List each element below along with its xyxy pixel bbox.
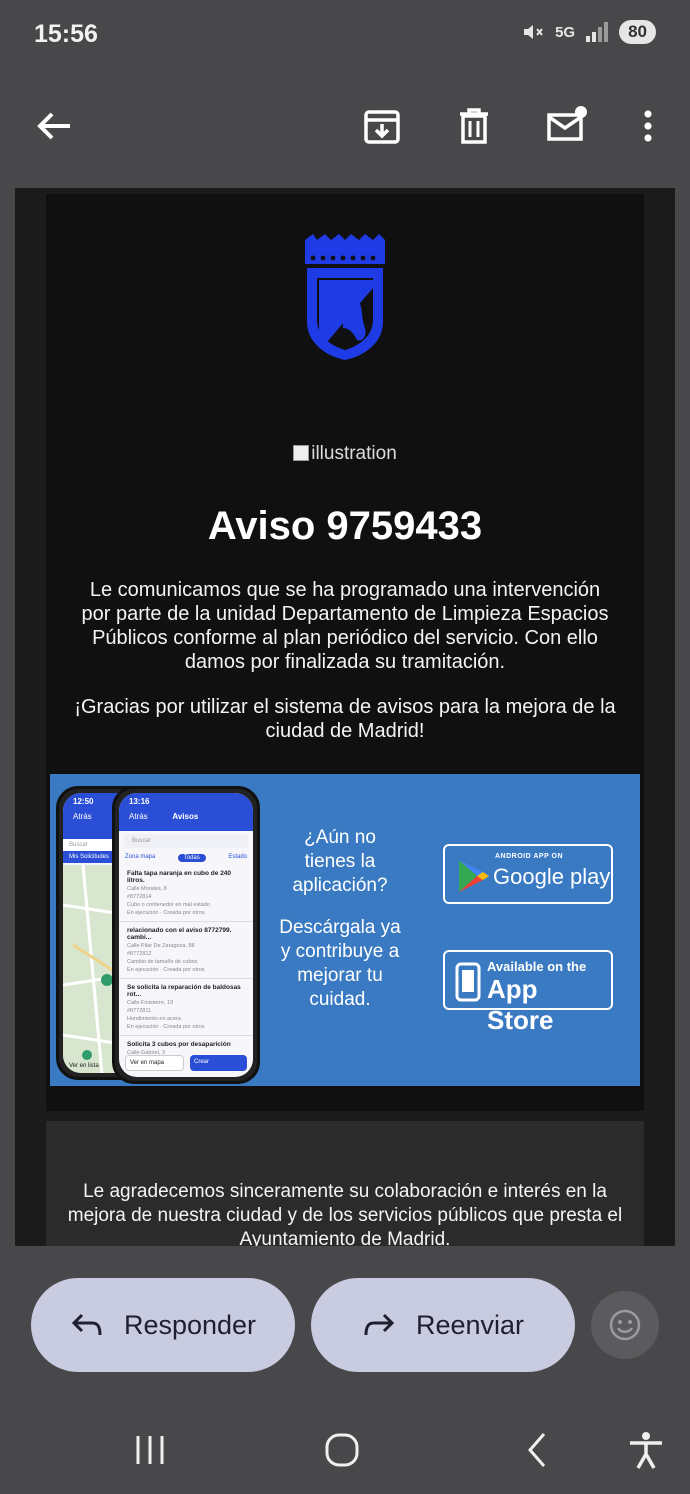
thanks-paragraph: Le agradecemos sinceramente su colaborac…: [67, 1181, 623, 1246]
home-icon[interactable]: [322, 1430, 362, 1470]
email-heading: Aviso 9759433: [207, 504, 483, 548]
filter-estado: Estado: [228, 854, 247, 860]
item-status: En ejecución: [127, 910, 159, 916]
recent-apps-icon[interactable]: [130, 1430, 170, 1470]
email-paragraph-2: ¡Gracias por utilizar el sistema de avis…: [74, 696, 616, 742]
iphone-icon: [455, 962, 481, 1002]
broken-image-icon: [293, 445, 310, 461]
google-play-icon: [459, 860, 489, 892]
phone-front-actions: Ver en mapa Crear: [125, 1055, 247, 1071]
app-store-big-text: App Store: [487, 974, 554, 1035]
signal-icon: [586, 22, 609, 42]
phone-create-button: Crear: [190, 1055, 247, 1071]
reply-icon: [71, 1313, 102, 1336]
emoji-reaction-button[interactable]: [591, 1291, 659, 1359]
phone-front-search: Buscar: [124, 834, 248, 848]
archive-icon[interactable]: [358, 102, 406, 150]
item-title: Se solicita la reparación de baldosas ro…: [127, 984, 241, 998]
trash-icon[interactable]: [450, 102, 498, 150]
reply-label: Responder: [123, 1309, 257, 1340]
email-toolbar: [0, 72, 690, 188]
phone-front-title: Avisos: [172, 812, 199, 821]
madrid-coat-of-arms-icon: [305, 234, 385, 360]
more-vert-icon[interactable]: [624, 102, 672, 150]
phone-front-header: 13:16 Atrás Avisos: [119, 793, 253, 831]
reply-button[interactable]: Responder: [31, 1278, 295, 1372]
illustration-image: illustration: [15, 443, 675, 465]
phone-back-footer: Ver en lista: [69, 1063, 99, 1069]
forward-label: Reenviar: [415, 1309, 525, 1340]
accessibility-icon[interactable]: [626, 1430, 666, 1470]
forward-icon: [364, 1313, 395, 1336]
phone-front-filters: Zona mapa Todas Estado: [119, 851, 253, 865]
item-id: #8772811: [127, 1008, 152, 1014]
email-paragraph-1: Le comunicamos que se ha programado una …: [81, 579, 609, 673]
phone-front-screen: 13:16 Atrás Avisos Buscar Zona mapa Toda…: [119, 793, 253, 1077]
item-address: Calle Pilar De Zaragoza, 88: [127, 943, 195, 949]
google-play-small-text: ANDROID APP ON: [495, 853, 564, 860]
item-title: Solicita 3 cubos por desaparición: [127, 1041, 231, 1048]
banner-question: ¿Aún no tienes la aplicación?: [292, 827, 388, 896]
app-store-button[interactable]: Available on the App Store: [443, 950, 613, 1035]
arrow-left-icon[interactable]: [30, 102, 78, 150]
status-bar: 15:56 5G 80: [0, 0, 690, 72]
phone-map-button: Ver en mapa: [125, 1055, 184, 1071]
filter-zona: Zona mapa: [125, 854, 156, 860]
phone-front-back: Atrás: [129, 812, 148, 821]
phone-mockup-front: 13:16 Atrás Avisos Buscar Zona mapa Toda…: [112, 786, 260, 1084]
phone-front-time: 13:16: [129, 797, 150, 806]
item-detail: Hundimiento en acera: [127, 1016, 181, 1022]
battery-indicator: 80: [619, 20, 656, 44]
item-title: relacionado con el aviso 8772799. cambi.…: [127, 927, 232, 941]
status-icons: 5G 80: [521, 20, 656, 44]
item-id: #8772812: [127, 951, 152, 957]
google-play-big-text: Google play: [493, 864, 611, 889]
filter-todas: Todas: [177, 854, 206, 862]
item-address: Calle Finisterre, 19: [127, 1000, 174, 1006]
forward-button[interactable]: Reenviar: [311, 1278, 575, 1372]
back-nav-icon[interactable]: [518, 1430, 558, 1470]
network-label: 5G: [555, 23, 576, 41]
phone-list-item: relacionado con el aviso 8772799. cambi.…: [119, 922, 253, 979]
phone-list-item: Falta tapa naranja en cubo de 240 litros…: [119, 865, 253, 922]
mute-icon: [524, 25, 543, 39]
item-creator: Creada por otros: [163, 1024, 205, 1030]
item-title: Falta tapa naranja en cubo de 240 litros…: [127, 870, 232, 884]
status-time: 15:56: [34, 20, 98, 48]
google-play-button[interactable]: ANDROID APP ON Google play: [443, 844, 613, 904]
phone-list-item: Se solicita la reparación de baldosas ro…: [119, 979, 253, 1036]
item-address: Calle Morales, 8: [127, 886, 167, 892]
item-id: #8772814: [127, 894, 152, 900]
emoji-icon: [609, 1309, 641, 1341]
item-creator: Creada por otros: [163, 967, 205, 973]
email-body[interactable]: illustration Aviso 9759433 Le comunicamo…: [15, 188, 675, 1246]
app-store-small-text: Available on the: [487, 959, 587, 974]
illustration-alt-text: illustration: [311, 443, 397, 464]
item-status: En ejecución: [127, 967, 159, 973]
item-detail: Cambio de tamaño de cubos: [127, 959, 198, 965]
banner-cta: Descárgala ya y contribuye a mejorar tu …: [279, 917, 401, 1010]
app-download-banner: 12:50 Atrás Buscar Mis Solicitudes Ver e…: [50, 774, 640, 1086]
item-creator: Creada por otros: [163, 910, 205, 916]
item-detail: Cubo o contenedor en mal estado: [127, 902, 210, 908]
item-status: En ejecución: [127, 1024, 159, 1030]
system-nav-bar: [0, 1412, 690, 1494]
mark-unread-icon[interactable]: [543, 102, 591, 150]
